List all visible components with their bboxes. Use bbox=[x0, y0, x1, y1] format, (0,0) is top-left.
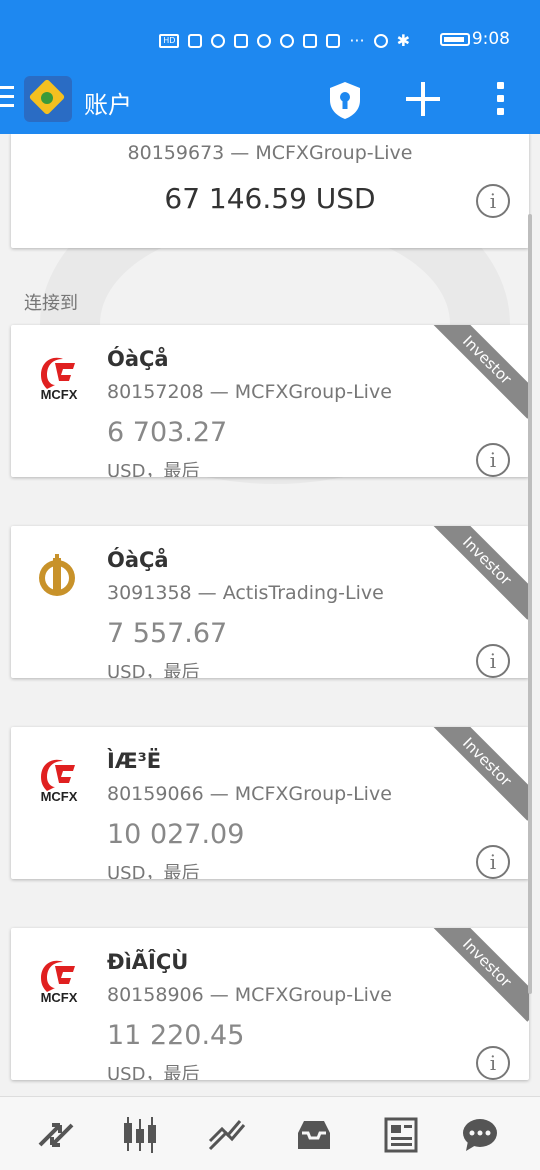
add-account-button[interactable] bbox=[404, 80, 442, 118]
status-time: 9:08 bbox=[471, 29, 510, 49]
mcfx-logo: MCFX bbox=[41, 759, 78, 803]
account-currency: USD，最后 bbox=[107, 461, 200, 477]
menu-icon[interactable] bbox=[0, 86, 16, 112]
chat-icon[interactable] bbox=[460, 1115, 500, 1155]
account-name: ÓàÇå bbox=[107, 347, 169, 371]
bluetooth-icon: ✱ bbox=[396, 31, 410, 50]
bottom-nav bbox=[0, 1096, 540, 1170]
account-balance: 6 703.27 bbox=[107, 417, 228, 448]
svg-text:MCFX: MCFX bbox=[41, 789, 78, 803]
info-icon[interactable]: i bbox=[476, 443, 510, 477]
svg-text:MCFX: MCFX bbox=[41, 990, 78, 1004]
mcfx-logo: MCFX bbox=[41, 357, 78, 401]
wifi-icon bbox=[211, 33, 226, 48]
list-item[interactable]: Investor MCFX ÓàÇå 80157208 — MCFXGroup-… bbox=[11, 325, 529, 477]
account-balance: 10 027.09 bbox=[107, 819, 245, 850]
baidu-icon bbox=[326, 33, 341, 48]
svg-text:MCFX: MCFX bbox=[41, 387, 78, 401]
list-item[interactable]: Investor ÓàÇå 3091358 — ActisTrading-Liv… bbox=[11, 526, 529, 678]
security-shield-icon[interactable] bbox=[327, 80, 363, 120]
alarm-icon bbox=[373, 33, 388, 48]
status-bar: HD ··· ✱ 9:08 bbox=[0, 20, 540, 60]
account-currency: USD，最后 bbox=[107, 863, 200, 879]
hd-icon: HD bbox=[159, 33, 180, 48]
page-title: 账户 bbox=[84, 91, 132, 119]
current-account-card[interactable]: 80159673 — MCFXGroup-Live 67 146.59 USD … bbox=[11, 134, 529, 248]
history-icon[interactable] bbox=[294, 1115, 334, 1155]
investor-badge: Investor bbox=[428, 727, 529, 821]
app-icon bbox=[280, 33, 295, 48]
mcfx-logo: MCFX bbox=[41, 960, 78, 1004]
metatrader-logo bbox=[24, 76, 72, 122]
account-line: 80157208 — MCFXGroup-Live bbox=[107, 381, 392, 403]
account-currency: USD，最后 bbox=[107, 662, 200, 678]
account-balance: 11 220.45 bbox=[107, 1020, 245, 1051]
app-header: HD ··· ✱ 9:08 账户 bbox=[0, 0, 540, 134]
info-icon[interactable]: i bbox=[476, 845, 510, 879]
account-name: ÓàÇå bbox=[107, 548, 169, 572]
more-icon: ··· bbox=[349, 31, 365, 50]
news-icon[interactable] bbox=[380, 1115, 420, 1155]
info-icon[interactable]: i bbox=[476, 1046, 510, 1080]
investor-badge: Investor bbox=[428, 928, 529, 1022]
account-balance: 7 557.67 bbox=[107, 618, 228, 649]
account-currency: USD，最后 bbox=[107, 1064, 200, 1080]
current-account-balance: 67 146.59 USD bbox=[164, 182, 376, 215]
app-icon bbox=[303, 33, 318, 48]
info-icon[interactable]: i bbox=[476, 184, 510, 218]
info-icon[interactable]: i bbox=[476, 644, 510, 678]
account-line: 3091358 — ActisTrading-Live bbox=[107, 582, 384, 604]
battery-icon bbox=[440, 33, 470, 46]
account-name: ÌÆ³Ë bbox=[107, 749, 162, 773]
investor-badge: Investor bbox=[428, 526, 529, 620]
trade-icon[interactable] bbox=[206, 1115, 246, 1155]
accounts-list[interactable]: 80159673 — MCFXGroup-Live 67 146.59 USD … bbox=[0, 134, 540, 1096]
signal-icon bbox=[188, 33, 203, 48]
account-line: 80158906 — MCFXGroup-Live bbox=[107, 984, 392, 1006]
investor-badge: Investor bbox=[428, 325, 529, 419]
section-label: 连接到 bbox=[24, 293, 78, 314]
overflow-menu-icon[interactable] bbox=[490, 82, 510, 118]
current-account-line: 80159673 — MCFXGroup-Live bbox=[127, 142, 413, 164]
app-bar: 账户 bbox=[0, 64, 540, 134]
qq-icon bbox=[257, 33, 272, 48]
chart-icon[interactable] bbox=[120, 1115, 160, 1155]
status-icons: HD ··· ✱ bbox=[159, 31, 410, 50]
list-item[interactable]: Investor MCFX ÐìÃÎÇÙ 80158906 — MCFXGrou… bbox=[11, 928, 529, 1080]
scrollbar[interactable] bbox=[528, 214, 532, 994]
account-line: 80159066 — MCFXGroup-Live bbox=[107, 783, 392, 805]
list-item[interactable]: Investor MCFX ÌÆ³Ë 80159066 — MCFXGroup-… bbox=[11, 727, 529, 879]
quotes-icon[interactable] bbox=[36, 1115, 76, 1155]
actis-logo bbox=[39, 554, 75, 596]
account-name: ÐìÃÎÇÙ bbox=[107, 950, 189, 974]
vpn-shield-icon bbox=[234, 33, 249, 48]
